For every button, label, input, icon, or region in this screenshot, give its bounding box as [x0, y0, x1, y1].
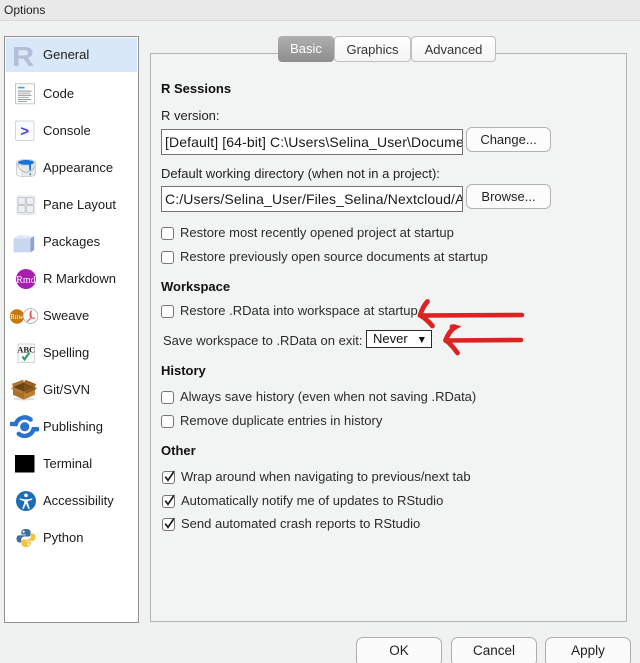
svg-text:>: >: [20, 123, 29, 140]
svg-text:ABC: ABC: [17, 344, 35, 354]
svg-text:Rnw: Rnw: [10, 313, 24, 321]
svg-text:Rmd: Rmd: [16, 274, 35, 285]
